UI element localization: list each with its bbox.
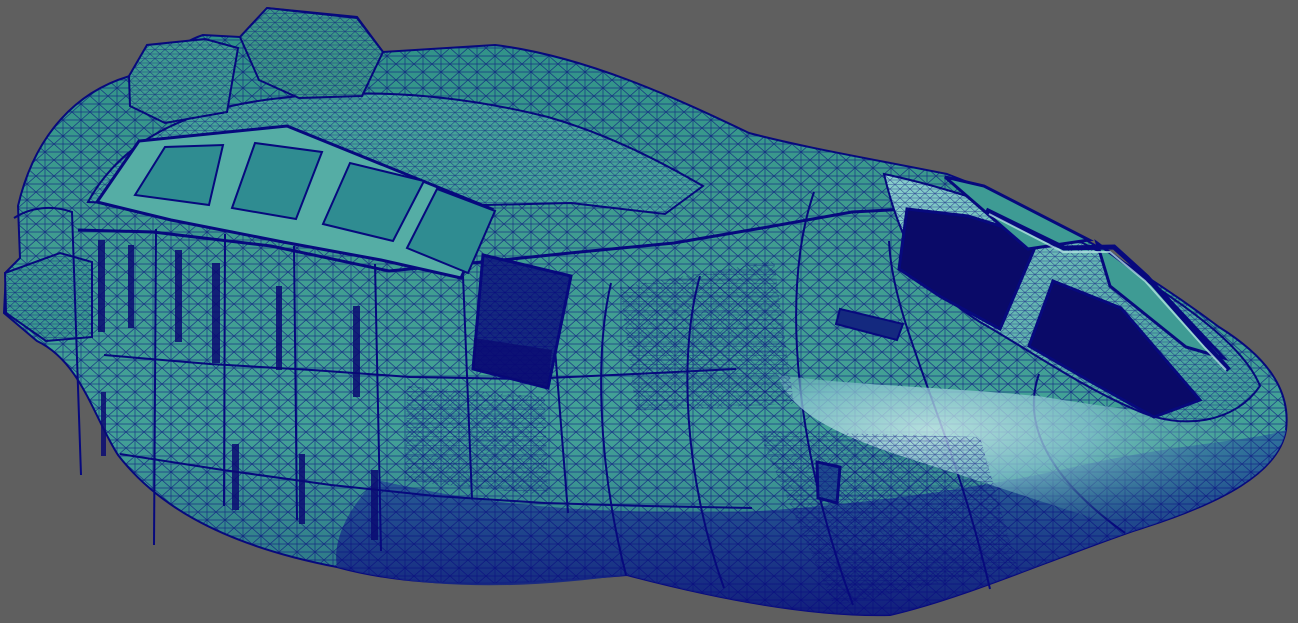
groove bbox=[175, 250, 182, 342]
groove bbox=[276, 286, 282, 370]
groove bbox=[128, 245, 134, 328]
groove bbox=[101, 392, 106, 456]
groove bbox=[232, 444, 239, 510]
spaceship-mesh-render[interactable] bbox=[0, 0, 1298, 623]
groove bbox=[299, 454, 305, 524]
mesh-accent bbox=[405, 386, 548, 495]
groove bbox=[353, 306, 360, 397]
mesh-accent bbox=[620, 261, 794, 411]
3d-viewport[interactable] bbox=[0, 0, 1298, 623]
panel-line bbox=[223, 233, 226, 507]
groove bbox=[371, 470, 378, 540]
groove bbox=[98, 240, 105, 332]
groove bbox=[212, 263, 220, 363]
